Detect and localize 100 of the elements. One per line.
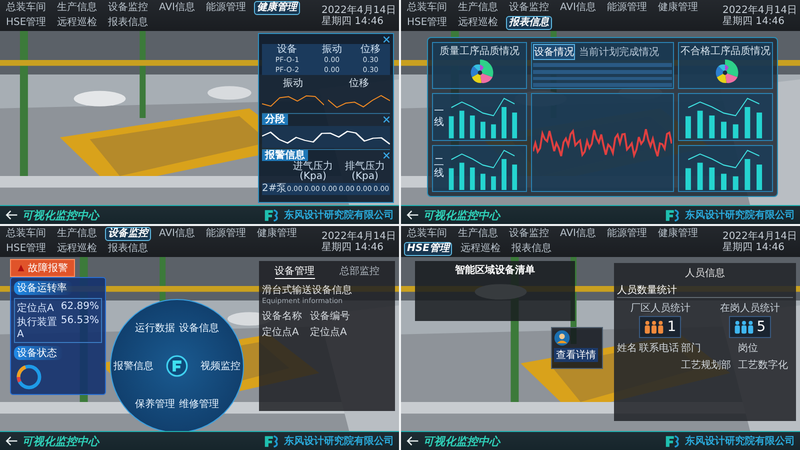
column-header: 排气压力(Kpa)	[344, 162, 386, 182]
nav-tab[interactable]: 能源管理	[604, 227, 650, 241]
nav-tab[interactable]: 远程巡检	[54, 16, 100, 30]
count-value: 5	[756, 319, 766, 335]
menu-item[interactable]: 保养管理	[135, 396, 176, 411]
section-title: 报警信息	[262, 150, 308, 161]
menu-item[interactable]: 视频监控	[200, 359, 241, 373]
back-arrow-icon[interactable]	[5, 210, 18, 220]
footer-title: 可视化监控中心	[423, 208, 500, 222]
logo-icon	[264, 434, 280, 448]
nav-tab[interactable]: 总装车间	[404, 1, 450, 15]
nav-tab[interactable]: 生产信息	[54, 1, 100, 15]
alarm-button[interactable]: 故障报警	[10, 259, 75, 277]
nav-tab[interactable]: 报表信息	[105, 242, 152, 256]
nav-tab[interactable]: 远程巡检	[54, 242, 100, 256]
table-cell-text: 工艺数字化	[738, 358, 789, 372]
nav-tab[interactable]: HSE管理	[404, 242, 452, 256]
nav-tab[interactable]: 报表信息	[506, 16, 552, 30]
close-icon[interactable]	[383, 116, 390, 123]
tab[interactable]: 当前计划完成情况	[578, 44, 660, 60]
section-title: 人员数量统计	[617, 283, 793, 298]
tab[interactable]: 设备情况	[533, 44, 576, 60]
nav-tab[interactable]: 健康管理	[254, 227, 300, 241]
menu-item[interactable]: 设备信息	[178, 321, 219, 336]
company-name: 东风设计研究院有限公司	[284, 208, 394, 222]
logo-icon	[665, 208, 681, 222]
line-chart	[262, 95, 324, 107]
nav-tab[interactable]: 生产信息	[455, 227, 501, 241]
chart-title: 不合格工序品质情况	[680, 44, 770, 58]
tab[interactable]: 设备管理	[274, 264, 314, 279]
back-arrow-icon[interactable]	[406, 210, 419, 220]
company-name: 东风设计研究院有限公司	[284, 434, 394, 448]
nav-tab[interactable]: 健康管理	[655, 227, 701, 241]
rate-label: 执行装置A	[17, 316, 58, 340]
avatar-icon	[554, 330, 570, 346]
nav-tab[interactable]: 远程巡检	[457, 242, 504, 256]
nav-tab[interactable]: 报表信息	[508, 242, 554, 256]
column-header: 设备	[276, 44, 298, 55]
section-title: 分段	[262, 114, 288, 125]
count-label: 厂区人员统计	[630, 302, 690, 315]
nav-tab[interactable]: 报表信息	[105, 16, 152, 30]
column-header: 联系电话	[639, 342, 679, 355]
detail-button[interactable]: 查看详情	[554, 348, 598, 362]
nav-tab[interactable]: 能源管理	[203, 1, 249, 15]
nav-tab[interactable]: AVI信息	[557, 1, 599, 15]
nav-tab[interactable]: 能源管理	[604, 1, 650, 15]
logo-icon	[166, 355, 188, 377]
nav-tab[interactable]: AVI信息	[156, 227, 198, 241]
bar-chart-drawing	[448, 98, 518, 139]
field-label: 设备编号	[310, 310, 350, 323]
chart-title: 振动	[283, 77, 303, 90]
column-header: 姓名	[617, 342, 637, 355]
nav-tab[interactable]: 远程巡检	[455, 16, 502, 30]
nav-tab[interactable]: 生产信息	[455, 1, 501, 15]
nav-tab[interactable]: 能源管理	[203, 227, 249, 241]
nav-tab[interactable]: 设备监控	[105, 227, 151, 241]
date-text: 2022年4月14日	[321, 4, 396, 16]
company-name: 东风设计研究院有限公司	[685, 208, 795, 222]
back-arrow-icon[interactable]	[5, 436, 18, 446]
tab[interactable]: 总部监控	[340, 264, 380, 279]
chart-title: 位移	[349, 77, 369, 90]
column-header: 进气压力(Kpa)	[292, 162, 334, 182]
panel-title: 智能区域设备清单	[455, 264, 535, 275]
time-text: 星期四 14:46	[321, 16, 384, 26]
nav-tab[interactable]: 健康管理	[655, 1, 701, 15]
nav-tab[interactable]: 设备监控	[105, 1, 151, 15]
footer-title: 可视化监控中心	[22, 208, 99, 222]
time-text: 星期四 14:46	[722, 242, 786, 252]
nav-tab[interactable]: HSE管理	[3, 242, 50, 256]
back-arrow-icon[interactable]	[406, 436, 419, 446]
column-header: 振动	[320, 44, 343, 55]
column-header: 岗位	[738, 342, 759, 355]
date-text: 2022年4月14日	[321, 230, 396, 242]
table-cell-text: 工艺规划部	[681, 358, 732, 372]
section-title: 设备状态	[14, 346, 63, 360]
nav-tab[interactable]: AVI信息	[156, 1, 198, 15]
menu-item[interactable]: 维修管理	[178, 396, 219, 411]
nav-tab[interactable]: 总装车间	[404, 227, 450, 241]
panel-title: 人员信息	[685, 266, 725, 280]
time-text: 星期四 14:46	[722, 16, 786, 26]
menu-item[interactable]: 运行数据	[135, 321, 176, 336]
nav-tab[interactable]: AVI信息	[557, 227, 599, 241]
rate-value: 56.53%	[60, 315, 99, 328]
nav-tab[interactable]: 健康管理	[254, 1, 300, 15]
bar-chart-drawing	[448, 149, 518, 190]
nav-tab[interactable]: 总装车间	[3, 227, 49, 241]
close-icon[interactable]	[383, 152, 390, 159]
nav-tab[interactable]: 设备监控	[506, 227, 552, 241]
footer-title: 可视化监控中心	[22, 434, 99, 448]
line-label: 二线	[434, 157, 444, 180]
rate-label: 定位点A	[17, 302, 54, 315]
nav-tab[interactable]: 总装车间	[3, 1, 49, 15]
nav-tab[interactable]: HSE管理	[3, 16, 50, 30]
nav-tab[interactable]: HSE管理	[404, 16, 450, 30]
menu-item[interactable]: 报警信息	[113, 359, 154, 373]
close-icon[interactable]	[383, 36, 390, 43]
nav-tab[interactable]: 生产信息	[54, 227, 100, 241]
nav-tab[interactable]: 设备监控	[506, 1, 552, 15]
company-name: 东风设计研究院有限公司	[685, 434, 795, 448]
field-label: 设备名称	[262, 310, 302, 323]
